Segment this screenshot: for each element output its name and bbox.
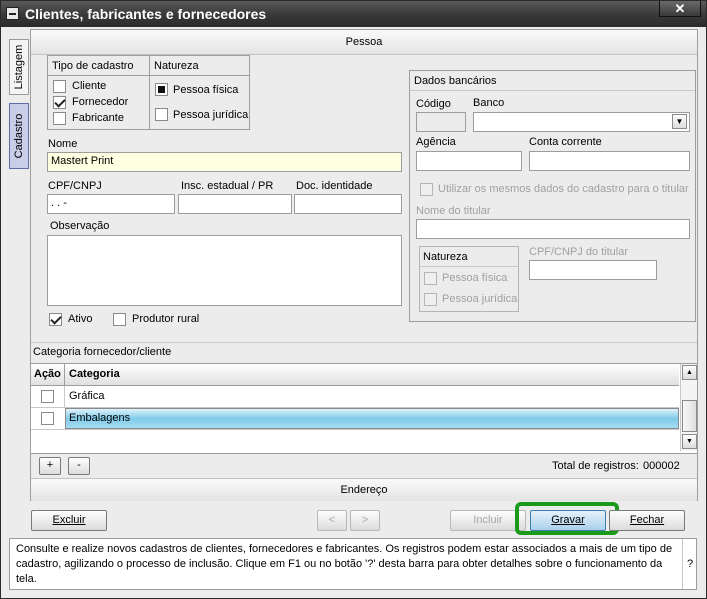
close-button[interactable]: ✕ <box>659 1 701 17</box>
pessoa-juridica-label: Pessoa jurídica <box>173 109 249 121</box>
nome-label: Nome <box>48 138 78 150</box>
checkbox-produtor-rural[interactable] <box>113 313 126 326</box>
col-categoria[interactable]: Categoria <box>69 368 120 380</box>
col-acao[interactable]: Ação <box>34 368 61 380</box>
next-button[interactable]: > <box>350 510 380 531</box>
fabricante-label: Fabricante <box>72 112 124 124</box>
scroll-down-icon[interactable]: ▼ <box>682 434 697 449</box>
pessoa-section-header[interactable]: Pessoa <box>31 30 697 55</box>
cadastro-panel: Pessoa Tipo de cadastro Natureza Cliente… <box>30 29 698 501</box>
doc-label: Doc. identidade <box>296 180 373 192</box>
categoria-grid: Ação Categoria Gráfica Embalagens ▲ ▼ <box>31 363 697 454</box>
agencia-label: Agência <box>416 136 456 148</box>
row-select-checkbox[interactable] <box>41 390 54 403</box>
doc-input[interactable] <box>294 194 402 214</box>
bancarios-title: Dados bancários <box>414 75 497 87</box>
endereco-section-header[interactable]: Endereço <box>31 478 697 501</box>
conta-input[interactable] <box>529 151 690 171</box>
cpf-titular-label: CPF/CNPJ do titular <box>529 246 629 258</box>
cliente-label: Cliente <box>72 80 107 92</box>
natureza-titular-group: Natureza Pessoa física Pessoa jurídica <box>419 246 519 312</box>
codigo-input[interactable] <box>416 112 466 132</box>
table-row[interactable]: Embalagens <box>31 408 679 430</box>
chevron-down-icon[interactable]: ▼ <box>672 114 687 129</box>
obs-textarea[interactable] <box>47 235 402 306</box>
titular-juridica-label: Pessoa jurídica <box>442 293 518 305</box>
nome-input[interactable]: Mastert Print <box>47 152 402 172</box>
total-registros-value: 000002 <box>643 460 680 472</box>
natureza-titular-label: Natureza <box>423 251 468 263</box>
tab-cadastro[interactable]: Cadastro <box>9 103 29 169</box>
checkbox-fabricante[interactable] <box>53 112 66 125</box>
natureza-label: Natureza <box>154 60 199 72</box>
app-window: Clientes, fabricantes e fornecedores ✕ L… <box>0 0 707 599</box>
cpf-titular-input[interactable] <box>529 260 657 280</box>
radio-titular-juridica[interactable] <box>424 293 437 306</box>
radio-pessoa-fisica[interactable] <box>155 83 168 96</box>
remove-row-button[interactable]: - <box>68 457 90 475</box>
row-selection-highlight <box>65 408 679 429</box>
dados-bancarios-group: Dados bancários Código Banco ▼ Agência C… <box>409 70 696 322</box>
tab-listagem[interactable]: Listagem <box>9 39 29 95</box>
ativo-label: Ativo <box>68 313 93 325</box>
action-bar: Excluir < > Incluir Gravar Fechar <box>9 502 697 535</box>
window-title: Clientes, fabricantes e fornecedores <box>25 6 267 22</box>
produtor-label: Produtor rural <box>132 313 200 325</box>
insc-input[interactable] <box>178 194 292 214</box>
codigo-label: Código <box>416 98 451 110</box>
tab-cadastro-label: Cadastro <box>13 113 25 159</box>
table-row[interactable]: Gráfica <box>31 386 679 408</box>
titular-fisica-label: Pessoa física <box>442 272 508 284</box>
radio-titular-fisica[interactable] <box>424 272 437 285</box>
cpf-label: CPF/CNPJ <box>48 180 102 192</box>
mesmos-dados-label: Utilizar os mesmos dados do cadastro par… <box>438 183 689 195</box>
title-bar: Clientes, fabricantes e fornecedores ✕ <box>1 1 706 27</box>
info-text: Consulte e realize novos cadastros de cl… <box>16 543 673 585</box>
checkbox-mesmos-dados[interactable] <box>420 183 433 196</box>
help-button[interactable]: ? <box>682 539 697 589</box>
tab-listagem-label: Listagem <box>13 44 25 90</box>
fornecedor-label: Fornecedor <box>72 96 129 108</box>
insc-label: Insc. estadual / PR <box>181 180 274 192</box>
row-select-checkbox[interactable] <box>41 412 54 425</box>
excluir-button[interactable]: Excluir <box>31 510 107 531</box>
fechar-button[interactable]: Fechar <box>609 510 685 531</box>
gravar-button[interactable]: Gravar <box>530 510 606 531</box>
grid-header: Ação Categoria <box>31 364 679 386</box>
row-categoria: Gráfica <box>69 390 105 402</box>
grid-scrollbar[interactable]: ▲ ▼ <box>680 364 697 451</box>
checkbox-ativo[interactable] <box>49 313 62 326</box>
banco-label: Banco <box>473 97 505 109</box>
window-menu-icon[interactable] <box>6 7 19 20</box>
previous-button[interactable]: < <box>317 510 347 531</box>
checkbox-cliente[interactable] <box>53 80 66 93</box>
scroll-thumb[interactable] <box>682 400 697 432</box>
banco-select[interactable]: ▼ <box>473 112 690 132</box>
pessoa-fisica-label: Pessoa física <box>173 84 239 96</box>
checkbox-fornecedor[interactable] <box>53 96 66 109</box>
nome-titular-label: Nome do titular <box>416 205 491 217</box>
info-panel: Consulte e realize novos cadastros de cl… <box>9 538 697 590</box>
obs-label: Observação <box>50 220 110 232</box>
scroll-up-icon[interactable]: ▲ <box>682 365 697 380</box>
nome-titular-input[interactable] <box>416 219 690 239</box>
radio-pessoa-juridica[interactable] <box>155 108 168 121</box>
conta-label: Conta corrente <box>529 136 602 148</box>
total-registros-label: Total de registros: <box>552 460 639 472</box>
agencia-input[interactable] <box>416 151 522 171</box>
add-row-button[interactable]: + <box>39 457 61 475</box>
tipo-natureza-group: Tipo de cadastro Natureza Cliente Fornec… <box>47 55 250 130</box>
categoria-title: Categoria fornecedor/cliente <box>33 346 172 358</box>
cpf-input[interactable]: . . - <box>47 194 175 214</box>
row-categoria: Embalagens <box>69 412 131 424</box>
tipo-label: Tipo de cadastro <box>52 60 134 72</box>
